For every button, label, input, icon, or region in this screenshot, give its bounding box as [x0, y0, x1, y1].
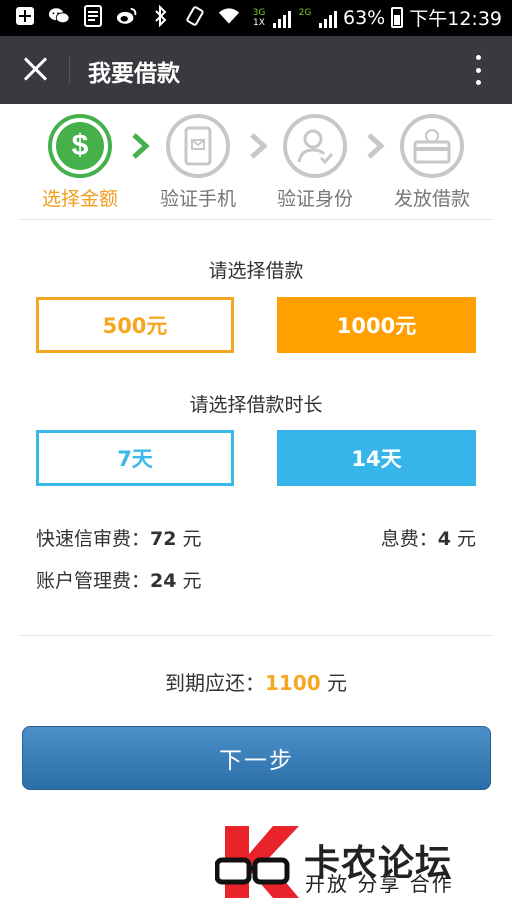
bluetooth-icon — [150, 5, 172, 27]
duration-option-7[interactable]: 7天 — [36, 430, 234, 486]
duration-title: 请选择借款时长 — [189, 394, 323, 416]
page-title: 我要借款 — [88, 61, 180, 87]
watermark-subtitle: 开放 分享 合作 — [305, 872, 454, 896]
step-label: 验证身份 — [276, 188, 353, 210]
close-button[interactable] — [20, 54, 50, 84]
clock: 下午12:39 — [409, 8, 502, 30]
title-bar: 我要借款 — [0, 36, 512, 104]
amount-title: 请选择借款 — [208, 260, 304, 282]
step-label: 发放借款 — [393, 188, 470, 210]
step-disburse-loan: 发放借款 — [382, 114, 482, 211]
step-verify-phone: 验证手机 — [148, 114, 248, 211]
dollar-icon: $ — [48, 114, 112, 178]
more-menu-button[interactable] — [474, 55, 482, 85]
fee-label: 账户管理费： — [36, 570, 151, 592]
account-management-fee: 账户管理费：24 元 — [36, 566, 202, 593]
step-progress: $ 选择金额 验证手机 验证身份 发放借款 — [20, 108, 492, 220]
amount-option-1000[interactable]: 1000元 — [277, 297, 476, 353]
due-unit: 元 — [320, 671, 348, 695]
phone-icon — [166, 114, 230, 178]
title-divider — [69, 56, 70, 84]
fee-value: 4 — [437, 528, 451, 550]
fee-value: 24 — [150, 570, 177, 592]
signal-icon-2 — [319, 8, 337, 28]
next-step-button[interactable]: 下一步 — [22, 726, 491, 790]
document-icon — [82, 5, 104, 27]
fee-unit: 元 — [450, 528, 476, 550]
duration-option-14[interactable]: 14天 — [277, 430, 476, 486]
network-type: 3G 1X — [252, 7, 266, 28]
interest-fee: 息费：4 元 — [381, 524, 476, 551]
fee-unit: 元 — [176, 570, 202, 592]
fee-value: 72 — [150, 528, 177, 550]
network-type-2: 2G — [298, 7, 312, 18]
due-label: 到期应还： — [164, 671, 265, 695]
quick-review-fee: 快速信审费：72 元 — [36, 524, 202, 551]
user-check-icon — [283, 114, 347, 178]
step-label: 选择金额 — [41, 188, 118, 210]
fee-label: 快速信审费： — [36, 528, 151, 550]
step-select-amount: $ 选择金额 — [30, 114, 130, 211]
divider — [20, 635, 492, 636]
signal-icon — [273, 8, 291, 28]
step-label: 验证手机 — [159, 188, 236, 210]
due-amount: 到期应还：1100 元 — [0, 667, 512, 696]
step-verify-identity: 验证身份 — [265, 114, 365, 211]
weibo-icon — [116, 5, 138, 27]
due-value: 1100 — [264, 671, 321, 695]
amount-option-500[interactable]: 500元 — [36, 297, 234, 353]
wechat-icon — [48, 5, 70, 27]
add-icon — [14, 5, 36, 27]
card-icon — [400, 114, 464, 178]
vibrate-icon — [184, 5, 206, 27]
fee-label: 息费： — [380, 528, 438, 550]
status-bar: 3G 1X 2G 63% 下午12:39 — [0, 0, 512, 36]
battery-percent: 63% — [343, 6, 386, 29]
battery-icon — [391, 7, 404, 28]
fee-unit: 元 — [176, 528, 202, 550]
wifi-icon — [218, 5, 240, 27]
